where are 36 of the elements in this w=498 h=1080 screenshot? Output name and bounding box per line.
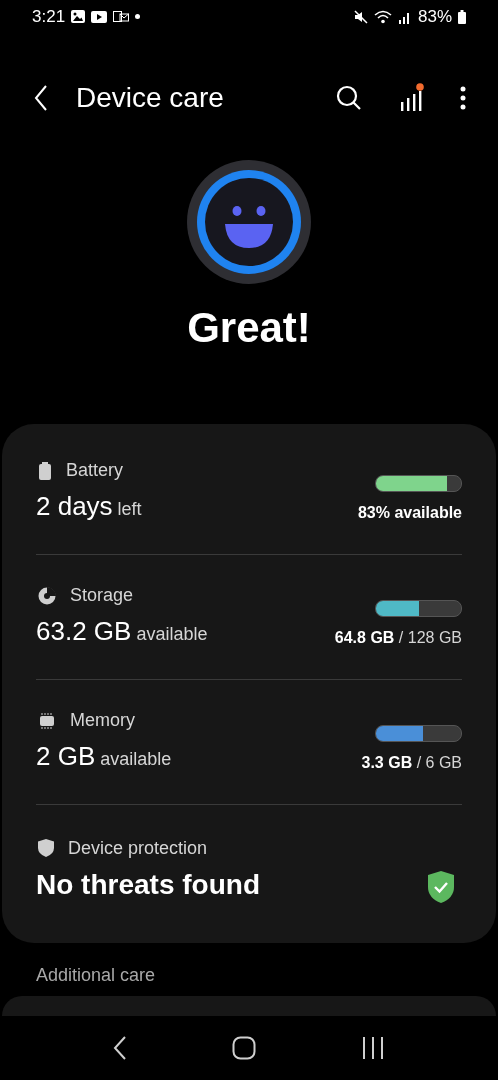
item-unit: left — [117, 499, 142, 521]
section-title: Additional care — [35, 964, 157, 988]
more-icon — [460, 86, 466, 111]
usage-reading: 83% available — [357, 503, 462, 522]
page-title: Device care — [76, 82, 224, 115]
shield-icon — [38, 839, 54, 858]
care-item[interactable]: Memory 2 GB available 3.3 GB / 6 GB — [36, 680, 462, 805]
item-value: 2 GB — [36, 741, 96, 773]
battery-icon — [458, 9, 466, 24]
clock: 3:21 — [32, 6, 66, 27]
item-unit: available — [136, 624, 208, 646]
pie-chart-icon — [38, 586, 56, 605]
chip-icon — [38, 711, 56, 730]
mute-icon — [353, 9, 368, 24]
care-item[interactable]: Device protection No threats found — [36, 805, 462, 936]
item-value: 63.2 GB — [36, 616, 132, 648]
item-label: Battery — [66, 460, 124, 482]
battery-percentage: 83% — [417, 6, 452, 27]
care-item[interactable]: Battery 2 days left 83% available — [36, 430, 462, 555]
play-icon — [91, 10, 108, 23]
item-value: 2 days — [36, 491, 113, 523]
usage-reading: 3.3 GB / 6 GB — [361, 753, 462, 772]
battery-icon — [38, 461, 52, 480]
item-label: Storage — [70, 585, 134, 607]
item-value: No threats found — [36, 868, 260, 901]
dot-icon — [135, 14, 141, 20]
item-label: Device protection — [68, 837, 208, 859]
gallery-icon — [71, 10, 86, 24]
status-headline: Great! — [187, 304, 311, 353]
smiley-face-icon — [187, 160, 311, 285]
usage-reading: 64.8 GB / 128 GB — [334, 628, 462, 647]
item-label: Memory — [70, 710, 135, 732]
mail-icon — [113, 10, 130, 23]
care-item[interactable]: Storage 63.2 GB available 64.8 GB / 128 GB — [36, 555, 462, 680]
item-unit: available — [100, 749, 172, 771]
wifi-icon — [373, 9, 392, 24]
